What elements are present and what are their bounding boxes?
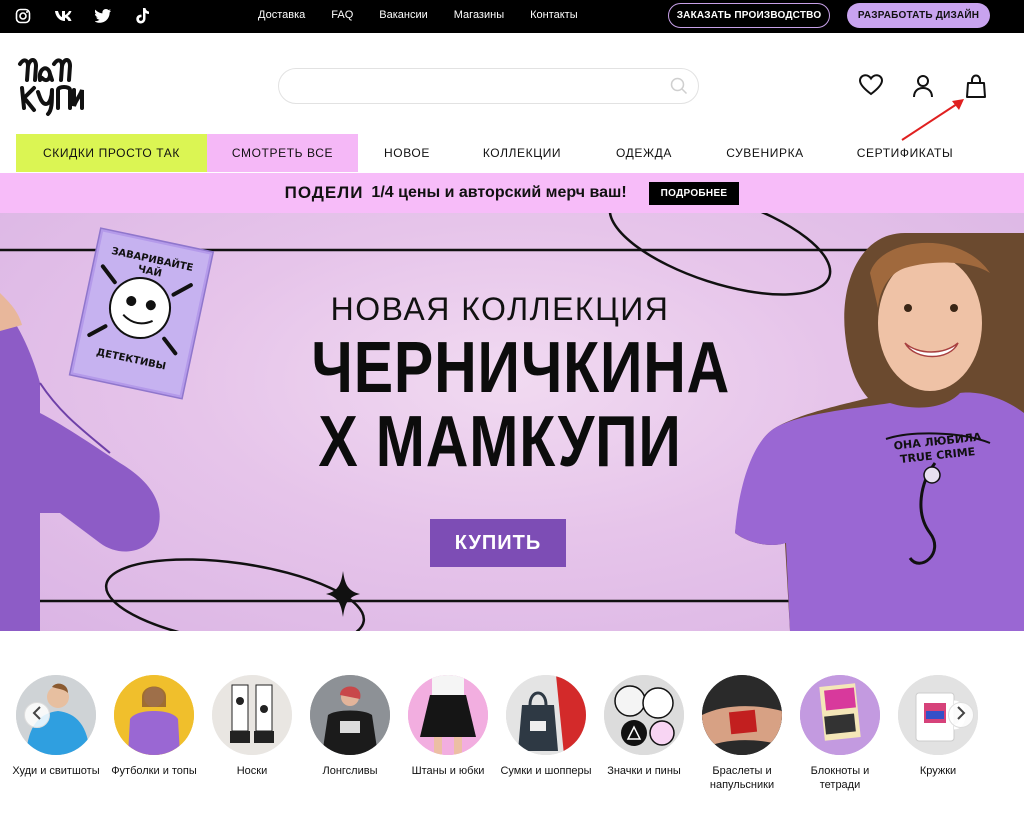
category-item-socks[interactable]: Носки [202,672,302,778]
category-menu: СКИДКИ ПРОСТО ТАК СМОТРЕТЬ ВСЕ НОВОЕ КОЛ… [0,134,1024,172]
instagram-icon[interactable] [14,7,32,25]
hero-banner[interactable]: ЗАВАРИВАЙТЕ ЧАЙ ДЕТЕКТИВЫ ОНА ЛЮБИЛА TRU… [0,213,1024,631]
category-item-mugs[interactable]: Кружки [888,672,988,778]
site-logo[interactable] [14,50,84,120]
category-image [212,675,292,755]
promo-text: 1/4 цены и авторский мерч ваш! [371,184,627,201]
menu-item-souvenirs[interactable]: СУВЕНИРКА [716,134,814,172]
category-item-bracelets[interactable]: Браслеты и напульсники [692,672,792,792]
nav-link-contacts[interactable]: Контакты [530,9,578,21]
social-links [14,7,152,25]
vk-icon[interactable] [54,7,72,25]
category-label: Сумки и шопперы [500,765,592,777]
top-bar: Доставка FAQ Вакансии Магазины Контакты … [0,0,1024,33]
category-item-notebooks[interactable]: Блокноты и тетради [790,672,890,792]
menu-item-certificates[interactable]: СЕРТИФИКАТЫ [846,134,964,172]
category-label: Браслеты и напульсники [709,765,775,791]
menu-item-all[interactable]: СМОТРЕТЬ ВСЕ [207,134,358,172]
category-item-tshirts[interactable]: Футболки и топы [104,672,204,778]
chevron-left-icon [32,705,42,725]
nav-link-delivery[interactable]: Доставка [258,9,305,21]
category-label: Лонгсливы [322,765,378,777]
category-label: Блокноты и тетради [810,765,870,791]
tiktok-icon[interactable] [134,7,152,25]
hero-title: ЧЕРНИЧКИНА Х МАМКУПИ [311,328,731,482]
category-label: Худи и свитшоты [12,765,100,777]
promo-share-logo: ПОДЕЛИ [284,183,364,202]
category-item-badges[interactable]: Значки и пины [594,672,694,778]
search-icon[interactable] [670,77,688,100]
category-image [702,675,782,755]
category-image [408,675,488,755]
category-label: Носки [236,765,268,777]
hero-subtitle: НОВАЯ КОЛЛЕКЦИЯ [330,291,670,327]
menu-item-new[interactable]: НОВОЕ [358,134,456,172]
search-bar [278,68,699,104]
category-label: Штаны и юбки [411,765,485,777]
category-item-longsleeves[interactable]: Лонгсливы [300,672,400,778]
category-item-pants[interactable]: Штаны и юбки [398,672,498,778]
hero-title-line1: ЧЕРНИЧКИНА [311,328,731,408]
nav-link-vacancies[interactable]: Вакансии [379,9,428,21]
category-item-bags[interactable]: Сумки и шопперы [496,672,596,778]
hero-title-line2: Х МАМКУПИ [318,402,682,482]
nav-link-shops[interactable]: Магазины [454,9,504,21]
promo-more-button[interactable]: ПОДРОБНЕЕ [648,181,740,205]
category-label: Значки и пины [607,765,681,777]
chevron-right-icon [956,705,966,725]
search-input[interactable] [279,69,659,103]
carousel-prev-button[interactable] [24,702,50,728]
menu-item-clothes[interactable]: ОДЕЖДА [600,134,688,172]
menu-item-sale[interactable]: СКИДКИ ПРОСТО ТАК [16,134,207,172]
carousel-next-button[interactable] [948,702,974,728]
promo-banner: ПОДЕЛИ 1/4 цены и авторский мерч ваш! ПО… [0,173,1024,213]
category-label: Кружки [919,765,957,777]
menu-item-collections[interactable]: КОЛЛЕКЦИИ [470,134,574,172]
develop-design-button[interactable]: РАЗРАБОТАТЬ ДИЗАЙН [847,3,990,28]
category-item-hoodies[interactable]: Худи и свитшоты [6,672,106,778]
hero-buy-button[interactable]: КУПИТЬ [430,519,566,567]
category-carousel: Худи и свитшоты Футболки и топы Носки Ло… [0,672,1024,802]
category-image [114,675,194,755]
category-image [506,675,586,755]
top-nav: Доставка FAQ Вакансии Магазины Контакты [258,9,604,21]
category-label: Футболки и топы [111,765,197,777]
category-image [604,675,684,755]
twitter-icon[interactable] [94,7,112,25]
category-image [800,675,880,755]
nav-link-faq[interactable]: FAQ [331,9,353,21]
category-image [310,675,390,755]
order-production-button[interactable]: ЗАКАЗАТЬ ПРОИЗВОДСТВО [668,3,830,28]
heart-icon[interactable] [858,74,884,101]
